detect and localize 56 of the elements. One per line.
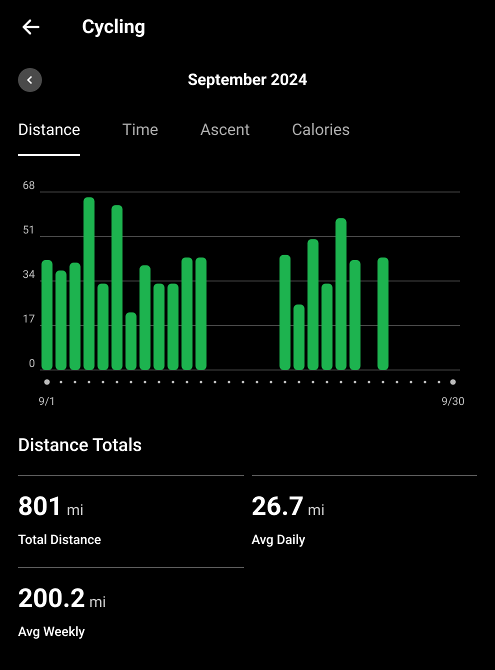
stat-label: Avg Weekly <box>18 624 86 642</box>
page-title: Cycling <box>82 14 146 40</box>
day-dot <box>354 380 356 384</box>
distance-bar <box>126 312 136 370</box>
section-title: Distance Totals <box>17 434 143 458</box>
stat-label: Total Distance <box>18 532 102 550</box>
day-dot <box>130 380 132 384</box>
day-dot <box>298 380 300 384</box>
stat-unit: mi <box>308 500 325 521</box>
previous-month-button[interactable] <box>18 68 42 92</box>
month-label: September 2024 <box>188 69 308 91</box>
day-dot <box>186 380 188 384</box>
metric-tab[interactable]: Distance <box>18 118 80 156</box>
y-axis-label: 17 <box>22 312 35 326</box>
x-axis-label: 9/1 <box>38 395 56 408</box>
day-dot <box>326 380 328 384</box>
day-dot <box>242 380 244 384</box>
day-dot <box>200 380 202 384</box>
stat-value: 200.2 <box>18 582 86 616</box>
day-dot <box>284 380 286 384</box>
stat-value: 801 <box>18 491 63 524</box>
day-dot <box>44 379 50 385</box>
day-dot <box>438 380 440 384</box>
y-axis-label: 0 <box>28 357 35 370</box>
day-dot <box>368 380 370 384</box>
day-dot <box>60 380 62 384</box>
day-dot <box>172 380 174 384</box>
distance-bar <box>294 304 304 370</box>
day-dot <box>424 380 426 384</box>
day-dot <box>74 380 76 384</box>
stat-value: 26.7 <box>252 491 304 524</box>
day-dot <box>396 380 398 384</box>
day-dot <box>312 380 314 384</box>
day-dot <box>144 380 146 384</box>
day-dot <box>88 380 90 384</box>
day-dot <box>450 379 456 385</box>
day-dot <box>228 380 230 384</box>
y-axis-label: 34 <box>22 268 35 281</box>
stat-unit: mi <box>66 500 84 521</box>
y-axis-label: 51 <box>22 224 35 236</box>
x-axis-label: 9/30 <box>441 395 465 408</box>
metric-tab[interactable]: Time <box>122 118 158 156</box>
y-axis-label: 68 <box>22 180 35 192</box>
stat-unit: mi <box>89 592 106 612</box>
day-dot <box>214 380 216 384</box>
day-dot <box>102 380 104 384</box>
stat-label: Avg Daily <box>252 532 306 550</box>
day-dot <box>340 380 342 384</box>
metric-tab[interactable]: Calories <box>292 118 350 156</box>
day-dot <box>256 380 258 384</box>
day-dot <box>158 380 160 384</box>
metric-tab[interactable]: Ascent <box>200 118 250 156</box>
day-dot <box>116 380 118 384</box>
day-dot <box>270 380 272 384</box>
day-dot <box>382 380 384 384</box>
day-dot <box>410 380 412 384</box>
